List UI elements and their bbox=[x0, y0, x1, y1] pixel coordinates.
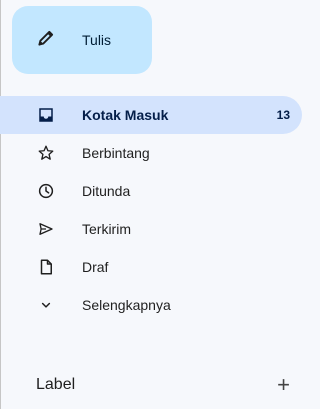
plus-icon[interactable]: + bbox=[277, 374, 290, 396]
compose-button[interactable]: Tulis bbox=[12, 6, 152, 74]
inbox-icon bbox=[36, 105, 56, 125]
nav-item-starred[interactable]: Berbintang bbox=[0, 134, 302, 172]
nav-item-label: Selengkapnya bbox=[82, 297, 171, 313]
nav-item-label: Kotak Masuk bbox=[82, 107, 169, 123]
compose-label: Tulis bbox=[82, 32, 112, 48]
labels-title: Label bbox=[36, 376, 76, 393]
draft-icon bbox=[36, 257, 56, 277]
nav-item-sent[interactable]: Terkirim bbox=[0, 210, 302, 248]
folder-nav: Kotak Masuk 13 Berbintang Ditunda Terkir… bbox=[0, 96, 306, 324]
clock-icon bbox=[36, 181, 56, 201]
nav-item-drafts[interactable]: Draf bbox=[0, 248, 302, 286]
send-icon bbox=[36, 219, 56, 239]
pencil-icon bbox=[36, 28, 56, 53]
unread-count: 13 bbox=[276, 108, 290, 122]
nav-item-inbox[interactable]: Kotak Masuk 13 bbox=[0, 96, 302, 134]
nav-item-label: Ditunda bbox=[82, 183, 131, 199]
nav-item-label: Draf bbox=[82, 259, 109, 275]
nav-item-label: Terkirim bbox=[82, 221, 131, 237]
nav-item-more[interactable]: Selengkapnya bbox=[0, 286, 302, 324]
labels-section-header: Label + bbox=[36, 372, 294, 398]
chevron-down-icon bbox=[36, 295, 56, 315]
nav-item-snoozed[interactable]: Ditunda bbox=[0, 172, 302, 210]
star-icon bbox=[36, 143, 56, 163]
nav-item-label: Berbintang bbox=[82, 145, 150, 161]
